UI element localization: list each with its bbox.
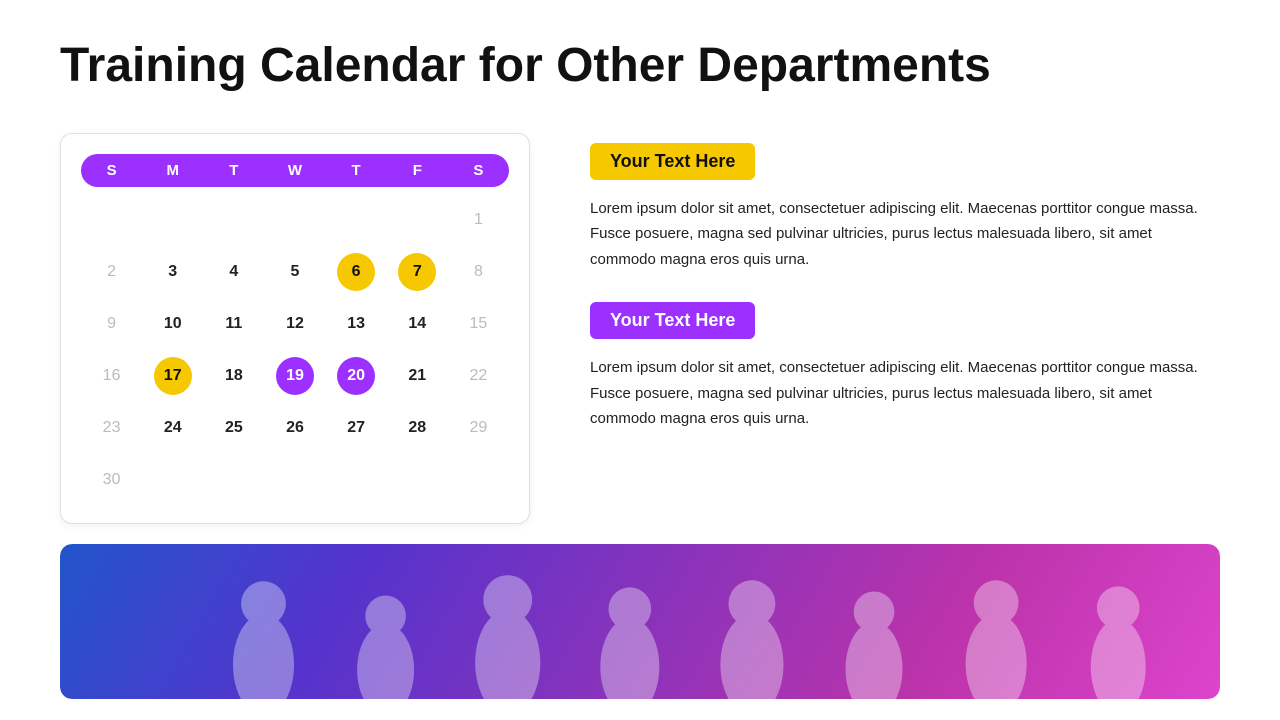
cal-cell — [142, 457, 203, 503]
bottom-image — [60, 544, 1220, 699]
cal-cell — [326, 197, 387, 243]
day-header-wed: W — [264, 162, 325, 179]
bottom-image-container — [60, 544, 1220, 699]
cal-cell-24: 24 — [142, 405, 203, 451]
page-title: Training Calendar for Other Departments — [60, 40, 1220, 93]
people-illustration — [60, 544, 1220, 699]
cal-cell — [326, 457, 387, 503]
cal-cell — [387, 197, 448, 243]
day-header-fri: F — [387, 162, 448, 179]
day-header-tue: T — [203, 162, 264, 179]
cal-cell-25: 25 — [203, 405, 264, 451]
cal-cell — [142, 197, 203, 243]
section-text-2: Lorem ipsum dolor sit amet, consectetuer… — [590, 355, 1220, 432]
section-text-1: Lorem ipsum dolor sit amet, consectetuer… — [590, 196, 1220, 273]
calendar-day-headers: S M T W T F S — [81, 154, 509, 187]
cal-cell-30: 30 — [81, 457, 142, 503]
highlight-6: 6 — [337, 253, 375, 291]
day-header-sun: S — [81, 162, 142, 179]
cal-cell-16: 16 — [81, 353, 142, 399]
cal-cell-11: 11 — [203, 301, 264, 347]
calendar-card: S M T W T F S 1 2 3 4 5 — [60, 133, 530, 524]
cal-cell-18: 18 — [203, 353, 264, 399]
day-header-thu: T — [326, 162, 387, 179]
cal-cell-19: 19 — [264, 353, 325, 399]
cal-cell-8: 8 — [448, 249, 509, 295]
day-header-sat: S — [448, 162, 509, 179]
cal-cell — [448, 457, 509, 503]
cal-cell-21: 21 — [387, 353, 448, 399]
cal-cell — [203, 197, 264, 243]
cal-cell-3: 3 — [142, 249, 203, 295]
cal-cell-28: 28 — [387, 405, 448, 451]
cal-cell-26: 26 — [264, 405, 325, 451]
cal-cell-10: 10 — [142, 301, 203, 347]
highlight-20: 20 — [337, 357, 375, 395]
cal-cell-7: 7 — [387, 249, 448, 295]
cal-cell-23: 23 — [81, 405, 142, 451]
highlight-17: 17 — [154, 357, 192, 395]
badge-1: Your Text Here — [590, 143, 755, 180]
day-header-mon: M — [142, 162, 203, 179]
cal-cell-22: 22 — [448, 353, 509, 399]
calendar-body: 1 2 3 4 5 6 7 8 9 10 11 12 13 14 15 16 1… — [81, 197, 509, 503]
highlight-7: 7 — [398, 253, 436, 291]
cal-cell-15: 15 — [448, 301, 509, 347]
right-panel: Your Text Here Lorem ipsum dolor sit ame… — [590, 133, 1220, 462]
cal-cell-5: 5 — [264, 249, 325, 295]
section-2: Your Text Here Lorem ipsum dolor sit ame… — [590, 302, 1220, 432]
cal-cell-29: 29 — [448, 405, 509, 451]
cal-cell — [387, 457, 448, 503]
cal-cell-13: 13 — [326, 301, 387, 347]
cal-cell-20: 20 — [326, 353, 387, 399]
content-row: S M T W T F S 1 2 3 4 5 — [60, 133, 1220, 524]
cal-cell-14: 14 — [387, 301, 448, 347]
cal-cell-12: 12 — [264, 301, 325, 347]
cal-cell-1: 1 — [448, 197, 509, 243]
cal-cell — [264, 197, 325, 243]
badge-2: Your Text Here — [590, 302, 755, 339]
highlight-19: 19 — [276, 357, 314, 395]
cal-cell — [264, 457, 325, 503]
cal-cell — [203, 457, 264, 503]
cal-cell-9: 9 — [81, 301, 142, 347]
cal-cell — [81, 197, 142, 243]
cal-cell-4: 4 — [203, 249, 264, 295]
cal-cell-27: 27 — [326, 405, 387, 451]
section-1: Your Text Here Lorem ipsum dolor sit ame… — [590, 143, 1220, 273]
cal-cell-6: 6 — [326, 249, 387, 295]
cal-cell-17: 17 — [142, 353, 203, 399]
cal-cell-2: 2 — [81, 249, 142, 295]
